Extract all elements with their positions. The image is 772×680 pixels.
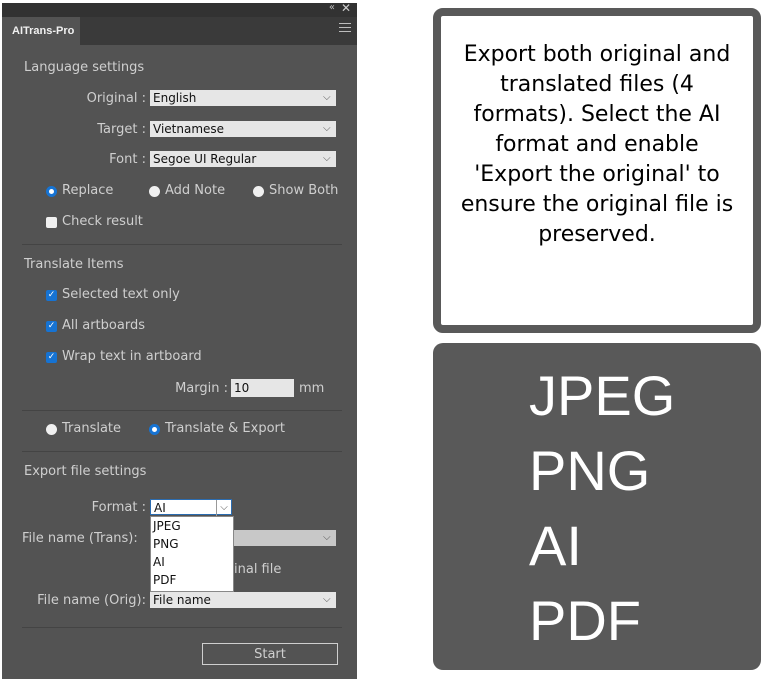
show-both-label: Show Both — [269, 183, 339, 198]
font-label: Font : — [109, 152, 146, 167]
all-artboards-label: All artboards — [62, 318, 145, 333]
translate-export-label: Translate & Export — [165, 421, 285, 436]
replace-radio[interactable] — [46, 186, 57, 197]
format-select[interactable]: AI ⌵ — [150, 499, 232, 516]
all-artboards-checkbox[interactable]: ✓ — [46, 321, 57, 332]
add-note-radio[interactable] — [149, 186, 160, 197]
format-pdf: PDF — [529, 589, 641, 652]
margin-label: Margin : — [175, 381, 228, 396]
translate-radio[interactable] — [46, 424, 57, 435]
file-name-orig-select[interactable]: File name ⌵ — [150, 592, 336, 608]
file-name-trans-label: File name (Trans): — [22, 531, 138, 546]
translate-items-title: Translate Items — [24, 257, 124, 272]
original-language-select[interactable]: English ⌵ — [150, 90, 336, 106]
chevron-down-icon: ⌵ — [323, 123, 331, 134]
original-language-value: English — [153, 91, 197, 105]
panel-title-bar: « ✕ — [2, 1, 357, 17]
export-original-label: inal file — [234, 562, 282, 577]
chevron-down-icon: ⌵ — [323, 153, 331, 164]
tab-aitrans-pro[interactable]: AITrans-Pro — [2, 17, 80, 45]
panel-menu-icon[interactable] — [339, 23, 351, 33]
format-option-jpeg[interactable]: JPEG — [151, 517, 233, 535]
start-button[interactable]: Start — [202, 643, 338, 665]
divider — [22, 410, 342, 411]
wrap-text-checkbox[interactable]: ✓ — [46, 352, 57, 363]
divider — [22, 627, 342, 628]
export-settings-title: Export file settings — [24, 464, 147, 479]
close-icon[interactable]: ✕ — [341, 1, 351, 15]
format-option-png[interactable]: PNG — [151, 535, 233, 553]
divider — [22, 451, 342, 452]
check-result-checkbox[interactable] — [46, 217, 57, 228]
add-note-label: Add Note — [165, 183, 226, 198]
translate-label: Translate — [62, 421, 122, 436]
divider — [22, 244, 342, 245]
chevron-down-icon: ⌵ — [323, 92, 331, 103]
chevron-down-icon: ⌵ — [323, 594, 331, 605]
margin-input[interactable]: 10 — [231, 379, 294, 397]
original-label: Original : — [86, 91, 146, 106]
wrap-text-label: Wrap text in artboard — [62, 349, 202, 364]
format-option-ai[interactable]: AI — [151, 553, 233, 571]
format-value: AI — [154, 501, 166, 515]
format-ai: AI — [529, 514, 582, 577]
format-dropdown-list: JPEG PNG AI PDF — [150, 516, 234, 592]
font-value: Segoe UI Regular — [153, 152, 257, 166]
file-name-orig-value: File name — [153, 593, 211, 607]
format-label: Format : — [91, 500, 146, 515]
selected-text-label: Selected text only — [62, 287, 180, 302]
instruction-callout: Export both original and translated file… — [433, 8, 761, 333]
file-name-orig-label: File name (Orig): — [37, 593, 146, 608]
chevron-down-icon: ⌵ — [323, 532, 331, 543]
selected-text-checkbox[interactable]: ✓ — [46, 290, 57, 301]
format-jpeg: JPEG — [529, 364, 676, 427]
target-language-value: Vietnamese — [153, 122, 225, 136]
aitrans-panel: « ✕ AITrans-Pro Language settings Origin… — [2, 1, 357, 679]
font-select[interactable]: Segoe UI Regular ⌵ — [150, 151, 336, 167]
collapse-icon[interactable]: « — [329, 2, 335, 13]
check-result-label: Check result — [62, 214, 143, 229]
replace-label: Replace — [62, 183, 114, 198]
margin-unit: mm — [299, 381, 325, 396]
target-label: Target : — [97, 122, 146, 137]
formats-callout: JPEG PNG AI PDF — [433, 343, 761, 670]
chevron-down-icon: ⌵ — [216, 500, 231, 516]
language-settings-title: Language settings — [24, 60, 145, 75]
show-both-radio[interactable] — [253, 186, 264, 197]
format-png: PNG — [529, 439, 651, 502]
format-option-pdf[interactable]: PDF — [151, 571, 233, 589]
tab-bar: AITrans-Pro — [2, 17, 357, 45]
translate-export-radio[interactable] — [149, 424, 160, 435]
target-language-select[interactable]: Vietnamese ⌵ — [150, 121, 336, 137]
instruction-text: Export both original and translated file… — [460, 42, 734, 247]
